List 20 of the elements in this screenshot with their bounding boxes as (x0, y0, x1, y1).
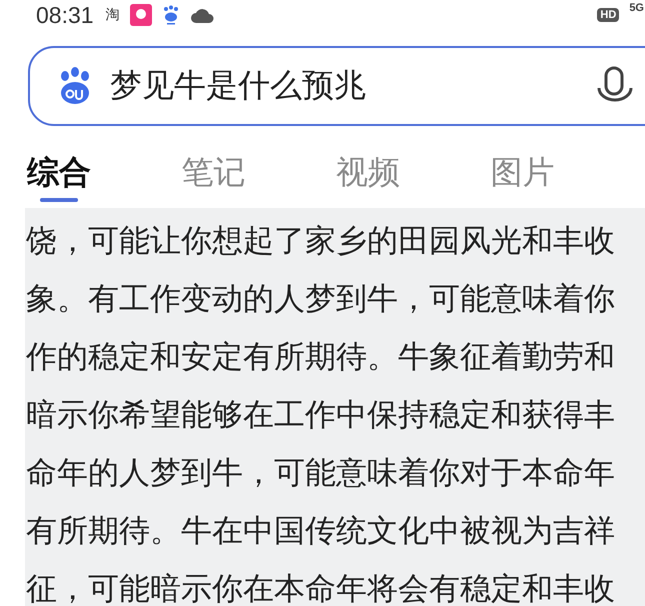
article-text-line: 象。有工作变动的人梦到牛，可能意味着你 (26, 280, 616, 319)
search-field[interactable]: 梦见牛是什么预兆 (28, 46, 645, 126)
tab[interactable]: 图片 (490, 146, 645, 200)
article-text-line: 作的稳定和安定有所期待。牛象征着勤劳和 (26, 338, 616, 377)
tab[interactable]: 笔记 (182, 146, 336, 200)
status-time: 08:31 (36, 2, 94, 28)
tab[interactable]: 视频 (336, 146, 490, 200)
tab[interactable]: 综合 (27, 146, 182, 200)
article-text-line: 饶，可能让你想起了家乡的田园风光和丰收 (26, 222, 616, 261)
hd-badge: HD (597, 8, 620, 22)
app-notification-icon (130, 4, 152, 26)
app-notification-icon: 淘 (106, 6, 120, 24)
search-query: 梦见牛是什么预兆 (110, 65, 367, 106)
article-text-line: 暗示你希望能够在工作中保持稳定和获得丰 (26, 396, 616, 435)
paw-icon (162, 5, 180, 25)
cloud-icon (190, 6, 214, 24)
article-text-line: 有所期待。牛在中国传统文化中被视为吉祥 (26, 512, 616, 551)
network-label: 5G (629, 2, 644, 14)
article-text-line: 命年的人梦到牛，可能意味着你对于本命年 (26, 454, 616, 493)
article-text-line: 征，可能暗示你在本命年将会有稳定和丰收 (26, 570, 616, 606)
